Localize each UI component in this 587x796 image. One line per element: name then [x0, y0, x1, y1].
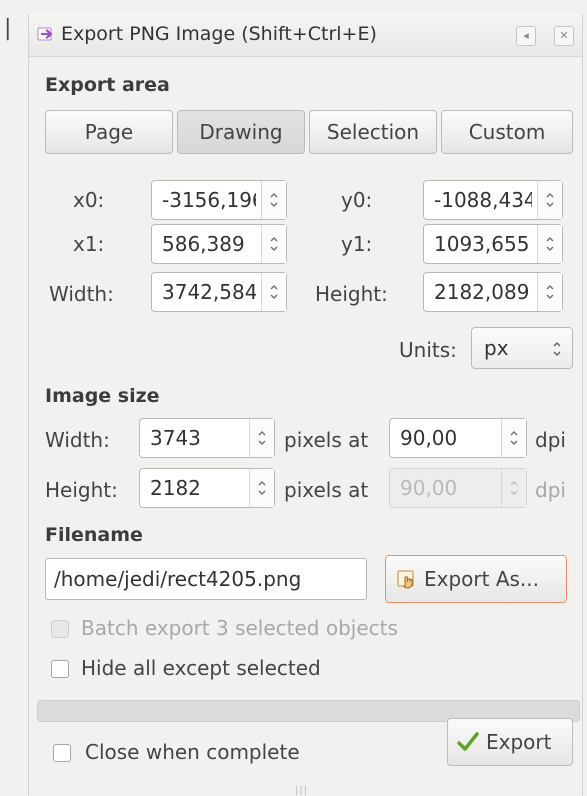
image-width-spinbox[interactable]: 3743 [139, 418, 275, 458]
checkmark-icon [457, 732, 479, 751]
selection-button[interactable]: Selection [309, 110, 437, 154]
height-dpi-value: 90,00 [400, 476, 458, 500]
resize-grip-icon[interactable]: ||| [295, 785, 308, 796]
x0-label: x0: [73, 188, 105, 212]
export-as-label: Export As... [424, 567, 539, 591]
y1-stepper-icon[interactable] [537, 225, 562, 263]
y0-value: -1088,434 [434, 188, 532, 212]
filename-value: /home/jedi/rect4205.png [54, 567, 302, 591]
units-label: Units: [399, 338, 457, 362]
close-when-complete-label: Close when complete [85, 740, 300, 764]
batch-export-checkbox [51, 620, 69, 638]
height-dpi-spinbox: 90,00 [389, 468, 527, 508]
image-height-spinbox[interactable]: 2182 [139, 468, 275, 508]
custom-button[interactable]: Custom [441, 110, 573, 154]
hand-pointer-icon [397, 570, 414, 589]
area-height-spinbox[interactable]: 2182,089 [423, 272, 563, 312]
y1-label: y1: [341, 232, 373, 256]
y0-label: y0: [341, 188, 373, 212]
y0-stepper-icon[interactable] [537, 181, 562, 219]
export-arrow-icon [37, 27, 53, 41]
image-width-label: Width: [45, 428, 110, 452]
hide-all-checkbox[interactable] [51, 660, 69, 678]
height-dpi-stepper-icon [501, 469, 526, 507]
edge-bar: | [4, 16, 12, 41]
x0-stepper-icon[interactable] [261, 181, 286, 219]
page-button[interactable]: Page [45, 110, 173, 154]
drawing-button[interactable]: Drawing [177, 110, 305, 154]
area-height-stepper-icon[interactable] [537, 273, 562, 311]
units-value: px [484, 336, 509, 360]
export-label: Export [486, 730, 552, 754]
width-dpi-spinbox[interactable]: 90,00 [389, 418, 527, 458]
width-pixels-at-label: pixels at [284, 428, 369, 452]
dialog-titlebar[interactable]: Export PNG Image (Shift+Ctrl+E) ◂ ✕ [29, 14, 582, 57]
export-png-dialog: Export PNG Image (Shift+Ctrl+E) ◂ ✕ Expo… [28, 14, 583, 796]
y1-spinbox[interactable]: 1093,655 [423, 224, 563, 264]
area-height-value: 2182,089 [434, 280, 530, 304]
dialog-title: Export PNG Image (Shift+Ctrl+E) [61, 23, 377, 45]
area-width-spinbox[interactable]: 3742,584 [151, 272, 287, 312]
image-width-stepper-icon[interactable] [249, 419, 274, 457]
hide-all-label: Hide all except selected [81, 656, 321, 680]
filename-input[interactable]: /home/jedi/rect4205.png [45, 558, 367, 600]
image-height-label: Height: [45, 478, 118, 502]
y1-value: 1093,655 [434, 232, 530, 256]
image-height-value: 2182 [150, 476, 201, 500]
height-dpi-unit: dpi [535, 478, 566, 502]
height-pixels-at-label: pixels at [284, 478, 369, 502]
x1-label: x1: [73, 232, 105, 256]
units-select[interactable]: px [471, 327, 573, 369]
export-as-button[interactable]: Export As... [385, 555, 567, 603]
area-width-value: 3742,584 [162, 280, 256, 304]
image-height-stepper-icon[interactable] [249, 469, 274, 507]
area-height-label: Height: [315, 282, 388, 306]
export-button[interactable]: Export [447, 718, 573, 766]
updown-arrows-icon [553, 341, 561, 357]
x1-stepper-icon[interactable] [261, 225, 286, 263]
y0-spinbox[interactable]: -1088,434 [423, 180, 563, 220]
area-width-stepper-icon[interactable] [261, 273, 286, 311]
area-width-label: Width: [49, 282, 114, 306]
image-size-title: Image size [45, 385, 160, 407]
width-dpi-stepper-icon[interactable] [501, 419, 526, 457]
batch-export-label: Batch export 3 selected objects [81, 616, 398, 640]
x0-spinbox[interactable]: -3156,196 [151, 180, 287, 220]
image-width-value: 3743 [150, 426, 201, 450]
export-area-title: Export area [45, 74, 170, 96]
x0-value: -3156,196 [162, 188, 256, 212]
width-dpi-unit: dpi [535, 428, 566, 452]
width-dpi-value: 90,00 [400, 426, 458, 450]
x1-spinbox[interactable]: 586,389 [151, 224, 287, 264]
x1-value: 586,389 [162, 232, 245, 256]
close-when-complete-checkbox[interactable] [53, 744, 71, 762]
dock-toggle-icon[interactable]: ◂ [516, 26, 536, 46]
filename-title: Filename [45, 524, 143, 546]
close-icon[interactable]: ✕ [554, 26, 574, 46]
